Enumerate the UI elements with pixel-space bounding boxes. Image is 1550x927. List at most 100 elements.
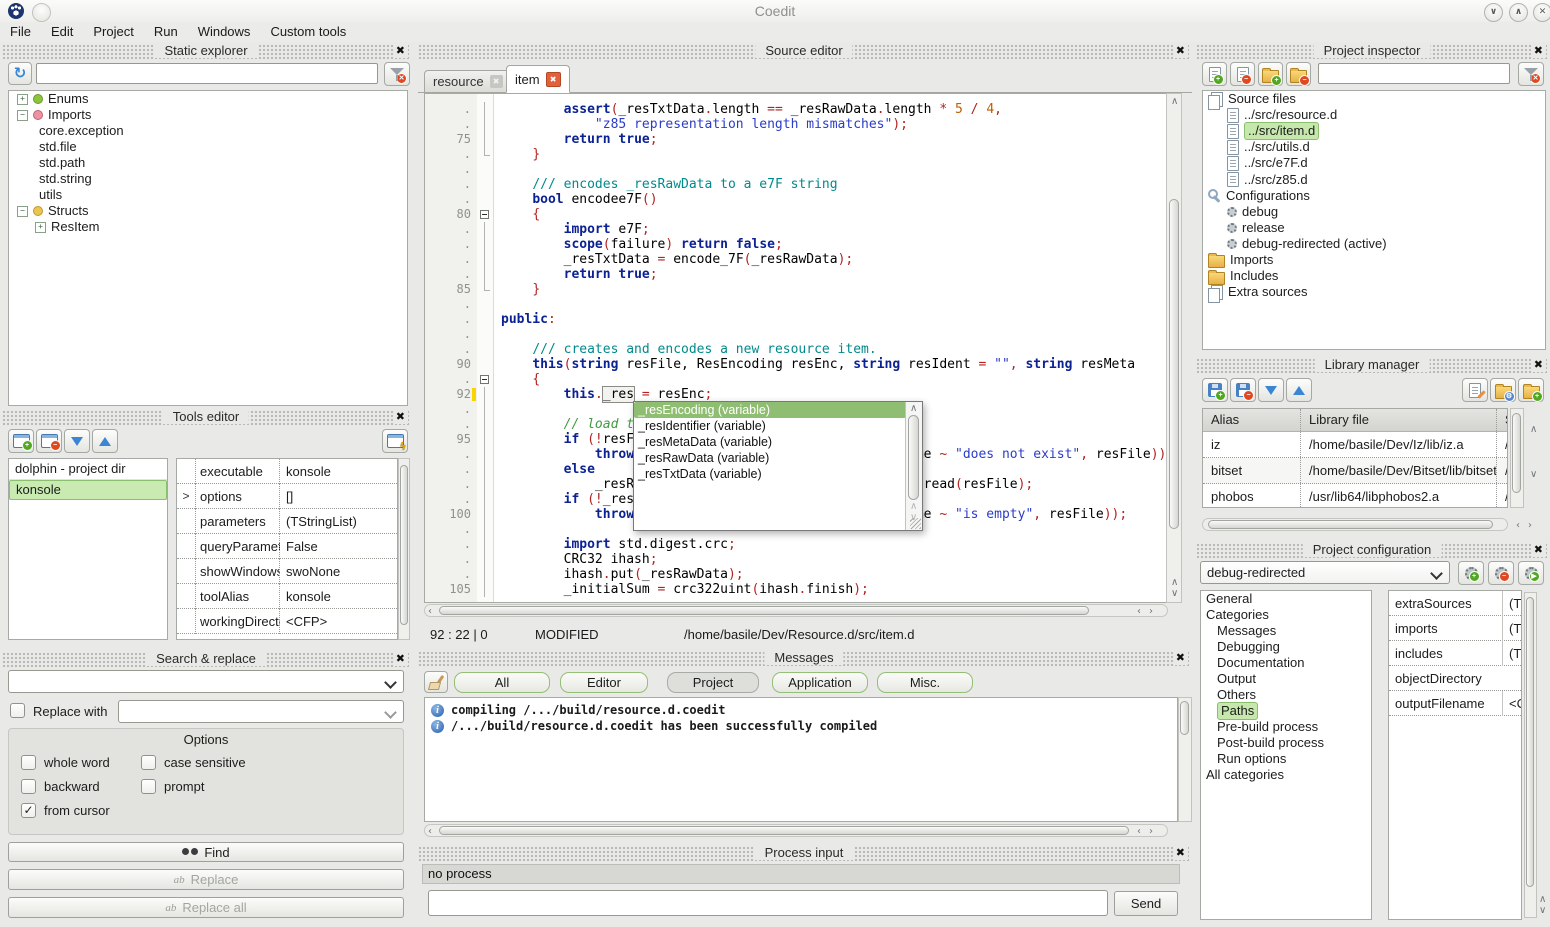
editor-tab-resource[interactable]: resource✖ [424,70,512,93]
titlebar[interactable]: Coedit ∨ ∧ ✕ [0,0,1550,22]
config-tree-item[interactable]: Post-build process [1201,735,1371,751]
config-tree-item[interactable]: Messages [1201,623,1371,639]
scroll-left-icon[interactable]: ‹ [1137,827,1141,837]
search-term-combobox[interactable] [8,670,404,693]
scroll-left-icon[interactable]: ‹ [428,607,432,617]
project-configuration-header[interactable]: Project configuration ✖ [1196,543,1548,558]
tree-toggle-icon[interactable]: + [17,94,28,105]
scrollbar-thumb[interactable] [1208,520,1493,529]
tree-item[interactable]: std.string [9,171,407,187]
property-value[interactable]: swoNone [279,559,397,584]
static-explorer-refresh-button[interactable]: ↻ [8,62,32,85]
scroll-down-icon[interactable]: ∧ [1171,578,1178,588]
code-line[interactable]: . { [425,372,1167,387]
filter-button-misc[interactable]: Misc. [877,672,973,693]
scrollbar-thumb[interactable] [1180,701,1189,735]
code-line[interactable]: . [425,162,1167,177]
config-property-row[interactable]: outputFilename<C [1389,691,1521,716]
config-tree-item[interactable]: Pre-build process [1201,719,1371,735]
config-tree-item[interactable]: Others [1201,687,1371,703]
scrollbar-thumb[interactable] [1526,597,1534,887]
folder-add-button[interactable]: + [1258,62,1283,86]
menu-item-windows[interactable]: Windows [188,22,261,41]
scroll-up-icon[interactable]: ∧ [1539,895,1546,905]
checkbox-from-cursor[interactable]: ✓ [21,803,36,818]
inspector-tree-item[interactable]: debug [1203,204,1545,220]
inspector-tree-item[interactable]: ../src/z85.d [1203,171,1545,187]
messages-h-scrollbar[interactable]: ‹ ‹ › [424,824,1168,837]
completion-item[interactable]: _resMetaData (variable) [634,434,906,450]
property-value[interactable]: (TStringList) [279,509,397,534]
source-remove-button[interactable]: − [1230,62,1255,86]
library-scan-folder-button[interactable]: ⚙ [1490,378,1516,402]
checkbox-whole-word[interactable] [21,755,36,770]
inspector-tree-item[interactable]: Source files [1203,91,1545,107]
source-add-button[interactable]: + [1202,62,1227,86]
inspector-tree-item[interactable]: ../src/resource.d [1203,107,1545,123]
library-row[interactable]: bitset/home/basile/Dev/Bitset/lib/bitset… [1203,458,1507,484]
inspector-tree-item[interactable]: Imports [1203,252,1545,268]
library-manager-header[interactable]: Library manager ✖ [1196,358,1548,373]
library-manager-close-icon[interactable]: ✖ [1531,357,1546,372]
completion-item[interactable]: _resTxtData (variable) [634,466,906,482]
scroll-left-icon[interactable]: ‹ [1516,521,1520,531]
tree-item[interactable]: utils [9,187,407,203]
process-input-field[interactable] [428,890,1108,916]
tools-editor-header[interactable]: Tools editor ✖ [2,410,410,425]
tool-list-item[interactable]: konsole [9,480,167,500]
titlebar-menu-button[interactable] [32,3,51,22]
property-row[interactable]: executablekonsole [177,459,397,484]
configuration-tree[interactable]: GeneralCategoriesMessagesDebuggingDocume… [1200,590,1372,920]
library-remove-button[interactable]: − [1230,378,1256,402]
shade-window-button[interactable]: ∨ [1484,3,1503,22]
inspector-tree-item[interactable]: Extra sources [1203,284,1545,300]
editor-tab-item[interactable]: item✖ [506,65,570,93]
scroll-down-icon[interactable]: ∨ [1539,906,1546,916]
property-row[interactable]: queryParametersFalse [177,534,397,559]
tree-toggle-icon[interactable]: − [17,110,28,121]
config-tree-item[interactable]: Documentation [1201,655,1371,671]
config-tree-item[interactable]: Output [1201,671,1371,687]
config-tree-item[interactable]: Paths [1201,703,1371,719]
message-item[interactable]: icompiling /.../build/resource.d.coedit [425,702,1177,718]
folder-remove-button[interactable]: − [1286,62,1311,86]
checkbox-backward[interactable] [21,779,36,794]
code-line[interactable]: 105 _initialSum = crc322uint(ihash.finis… [425,582,1167,597]
inspector-tree-item[interactable]: Configurations [1203,188,1545,204]
scrollbar-thumb[interactable] [439,826,1129,835]
code-line[interactable]: . "z85 representation length mismatches"… [425,117,1167,132]
replace-button[interactable]: ab Replace [8,869,404,890]
tree-item[interactable]: +ResItem [9,219,407,235]
property-value[interactable]: [] [279,484,397,509]
scrollbar-thumb[interactable] [439,606,1089,615]
completion-scrollbar[interactable]: ∧ ∧ ∨ [905,402,922,530]
tools-editor-close-icon[interactable]: ✖ [393,409,408,424]
tool-add-button[interactable]: + [8,429,34,453]
project-inspector-filter-input[interactable] [1318,63,1510,84]
configuration-select[interactable]: debug-redirected [1200,561,1450,584]
tool-remove-button[interactable]: − [36,429,62,453]
inspector-tree-item[interactable]: ../src/item.d [1203,123,1545,139]
property-row[interactable]: toolAliaskonsole [177,584,397,609]
filter-button-application[interactable]: Application [772,672,868,693]
project-configuration-close-icon[interactable]: ✖ [1531,542,1546,557]
config-tree-item[interactable]: Debugging [1201,639,1371,655]
property-value[interactable]: <C [1502,691,1521,716]
process-input-close-icon[interactable]: ✖ [1173,845,1188,860]
menu-item-file[interactable]: File [0,22,41,41]
completion-item[interactable]: _resRawData (variable) [634,450,906,466]
library-move-up-button[interactable] [1286,378,1312,402]
library-table[interactable]: AliasLibrary fileSouiz/home/basile/Dev/I… [1202,408,1508,508]
clear-messages-button[interactable] [424,671,448,693]
scroll-down-icon[interactable]: ∨ [1530,470,1537,480]
library-add-folder-button[interactable]: + [1518,378,1544,402]
tree-item[interactable]: core.exception [9,123,407,139]
inspector-tree-item[interactable]: release [1203,220,1545,236]
configuration-properties-grid[interactable]: extraSources(TStringList)imports(TString… [1388,590,1522,920]
code-line[interactable]: . } [425,147,1167,162]
config-property-row[interactable]: objectDirectory [1389,666,1521,691]
process-input-header[interactable]: Process input ✖ [418,846,1190,861]
code-line[interactable]: . CRC32 ihash; [425,552,1167,567]
tree-toggle-icon[interactable]: − [17,206,28,217]
filter-button-all[interactable]: All [454,672,550,693]
